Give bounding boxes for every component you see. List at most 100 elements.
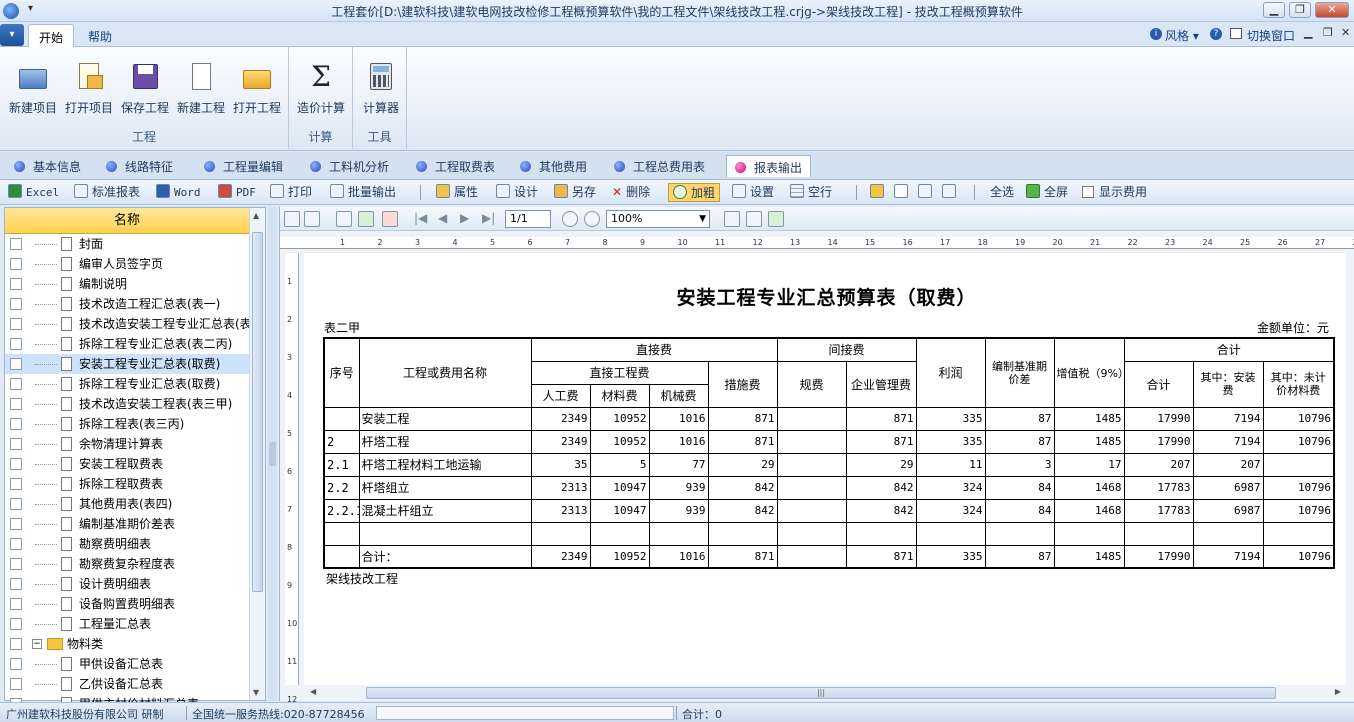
- tab-total-fees[interactable]: 工程总费用表: [606, 155, 713, 177]
- tree-item[interactable]: 拆除工程表(表三丙): [5, 414, 249, 434]
- tree-scrollbar[interactable]: ▲ ▼: [249, 208, 265, 700]
- page-width-icon[interactable]: [746, 211, 762, 227]
- tree-item-checkbox[interactable]: [10, 478, 22, 490]
- excel-button[interactable]: Excel: [8, 183, 59, 202]
- tree-item[interactable]: 编审人员签字页: [5, 254, 249, 274]
- bold-button[interactable]: 加粗: [668, 183, 721, 202]
- new-doc-button[interactable]: [894, 183, 912, 202]
- settings-button[interactable]: 设置: [732, 183, 774, 202]
- tree-item[interactable]: 勘察费复杂程度表: [5, 554, 249, 574]
- tree-item-checkbox[interactable]: [10, 438, 22, 450]
- tree-item-checkbox[interactable]: [10, 278, 22, 290]
- style-menu[interactable]: 风格 ▾: [1165, 27, 1199, 44]
- preview-scroll-thumb[interactable]: |||: [366, 687, 1276, 699]
- save-project-button[interactable]: 保存工程: [117, 61, 173, 119]
- tab-fee-table[interactable]: 工程取费表: [408, 155, 503, 177]
- print-button[interactable]: 打印: [270, 183, 312, 202]
- tree-item-checkbox[interactable]: [10, 558, 22, 570]
- single-page-icon[interactable]: [724, 211, 740, 227]
- copy-button[interactable]: [942, 183, 960, 202]
- tree-item[interactable]: 安装工程取费表: [5, 454, 249, 474]
- word-button[interactable]: Word: [156, 183, 201, 202]
- tree-item[interactable]: 余物清理计算表: [5, 434, 249, 454]
- app-menu-button[interactable]: ▾: [0, 24, 24, 46]
- design-button[interactable]: 设计: [496, 183, 538, 202]
- pdf-button[interactable]: PDF: [218, 183, 256, 202]
- mdi-restore-icon[interactable]: ❐: [1323, 26, 1333, 39]
- prev-page-icon[interactable]: ◀: [438, 211, 447, 225]
- quick-access-dropdown-icon[interactable]: ▾: [28, 3, 33, 14]
- excel-export-icon[interactable]: [358, 211, 374, 227]
- tab-report-output[interactable]: 报表输出: [726, 155, 812, 177]
- tree-item[interactable]: 工程量汇总表: [5, 614, 249, 634]
- tree-item[interactable]: 设备购置费明细表: [5, 594, 249, 614]
- batch-output-button[interactable]: 批量输出: [330, 183, 396, 202]
- scroll-left-icon[interactable]: ◀: [310, 687, 316, 696]
- print-icon[interactable]: [284, 211, 300, 227]
- tree-item-checkbox[interactable]: [10, 338, 22, 350]
- page-setup-icon[interactable]: [336, 211, 352, 227]
- page-number-field[interactable]: 1/1: [505, 210, 551, 228]
- new-engineering-button[interactable]: 新建工程: [173, 61, 229, 119]
- tab-other-fees[interactable]: 其他费用: [512, 155, 595, 177]
- preview-horizontal-scrollbar[interactable]: ◀ ||| ▶: [304, 685, 1349, 701]
- mdi-minimize-icon[interactable]: ▁: [1304, 26, 1312, 39]
- last-page-icon[interactable]: ▶|: [482, 211, 495, 225]
- tree-item[interactable]: 拆除工程取费表: [5, 474, 249, 494]
- tree-item[interactable]: 技术改造安装工程表(表三甲): [5, 394, 249, 414]
- tree-item[interactable]: 编制说明: [5, 274, 249, 294]
- tree-item[interactable]: 勘察费明细表: [5, 534, 249, 554]
- tree-item[interactable]: 乙供设备汇总表: [5, 674, 249, 694]
- tab-basic-info[interactable]: 基本信息: [6, 155, 89, 177]
- tree-item-checkbox[interactable]: [10, 578, 22, 590]
- open-project-button[interactable]: 打开项目: [61, 61, 117, 119]
- tree-scroll-thumb[interactable]: [252, 232, 263, 592]
- tree-item[interactable]: 其他费用表(表四): [5, 494, 249, 514]
- zoom-select[interactable]: 100% ▼: [606, 210, 710, 228]
- tab-material-analysis[interactable]: 工料机分析: [302, 155, 397, 177]
- fullscreen-button[interactable]: 全屏: [1026, 183, 1068, 202]
- tree-item-checkbox[interactable]: [10, 398, 22, 410]
- delete-button[interactable]: ✕ 删除: [612, 183, 650, 202]
- pdf-export-icon[interactable]: [382, 211, 398, 227]
- new-project-button[interactable]: 新建项目: [5, 61, 61, 119]
- menu-start[interactable]: 开始: [28, 24, 75, 47]
- close-button[interactable]: ✕: [1315, 2, 1349, 18]
- scroll-down-icon[interactable]: ▼: [253, 688, 259, 697]
- maximize-button[interactable]: ❐: [1289, 2, 1311, 18]
- tree-item-checkbox[interactable]: [10, 638, 22, 650]
- tree-item-checkbox[interactable]: [10, 378, 22, 390]
- tree-item-checkbox[interactable]: [10, 678, 22, 690]
- tree-folder[interactable]: − 物料类: [5, 634, 249, 654]
- minimize-button[interactable]: ▁: [1263, 2, 1285, 18]
- app-icon[interactable]: [3, 3, 19, 19]
- cost-calc-button[interactable]: Σ 造价计算: [293, 61, 349, 119]
- tree-item-checkbox[interactable]: [10, 658, 22, 670]
- scroll-right-icon[interactable]: ▶: [1335, 687, 1341, 696]
- empty-row-button[interactable]: 空行: [790, 183, 832, 202]
- tree-item[interactable]: 技术改造工程汇总表(表一): [5, 294, 249, 314]
- tree-item[interactable]: 编制基准期价差表: [5, 514, 249, 534]
- collapse-icon[interactable]: −: [32, 639, 42, 649]
- show-fees-checkbox[interactable]: [1082, 186, 1094, 198]
- book-icon[interactable]: [304, 211, 320, 227]
- save-as-button[interactable]: 另存: [554, 183, 596, 202]
- select-all-button[interactable]: 全选: [990, 183, 1014, 202]
- switch-window-button[interactable]: 切换窗口: [1247, 27, 1295, 44]
- tree-item-checkbox[interactable]: [10, 618, 22, 630]
- preview-vertical-scrollbar[interactable]: [1346, 253, 1354, 685]
- tree-item[interactable]: 安装工程专业汇总表(取费): [5, 354, 249, 374]
- tree-item-checkbox[interactable]: [10, 358, 22, 370]
- mdi-close-icon[interactable]: ✕: [1341, 26, 1350, 39]
- tree-item[interactable]: 设计费明细表: [5, 574, 249, 594]
- tree-item[interactable]: 甲供设备汇总表: [5, 654, 249, 674]
- tree-item-checkbox[interactable]: [10, 518, 22, 530]
- tab-line-features[interactable]: 线路特征: [98, 155, 181, 177]
- open-engineering-button[interactable]: 打开工程: [229, 61, 285, 119]
- zoom-in-icon[interactable]: [562, 211, 578, 227]
- menu-help[interactable]: 帮助: [78, 24, 122, 47]
- next-page-icon[interactable]: ▶: [460, 211, 469, 225]
- calculator-button[interactable]: 计算器: [353, 61, 409, 119]
- tree-item-checkbox[interactable]: [10, 538, 22, 550]
- standard-report-button[interactable]: 标准报表: [74, 183, 140, 202]
